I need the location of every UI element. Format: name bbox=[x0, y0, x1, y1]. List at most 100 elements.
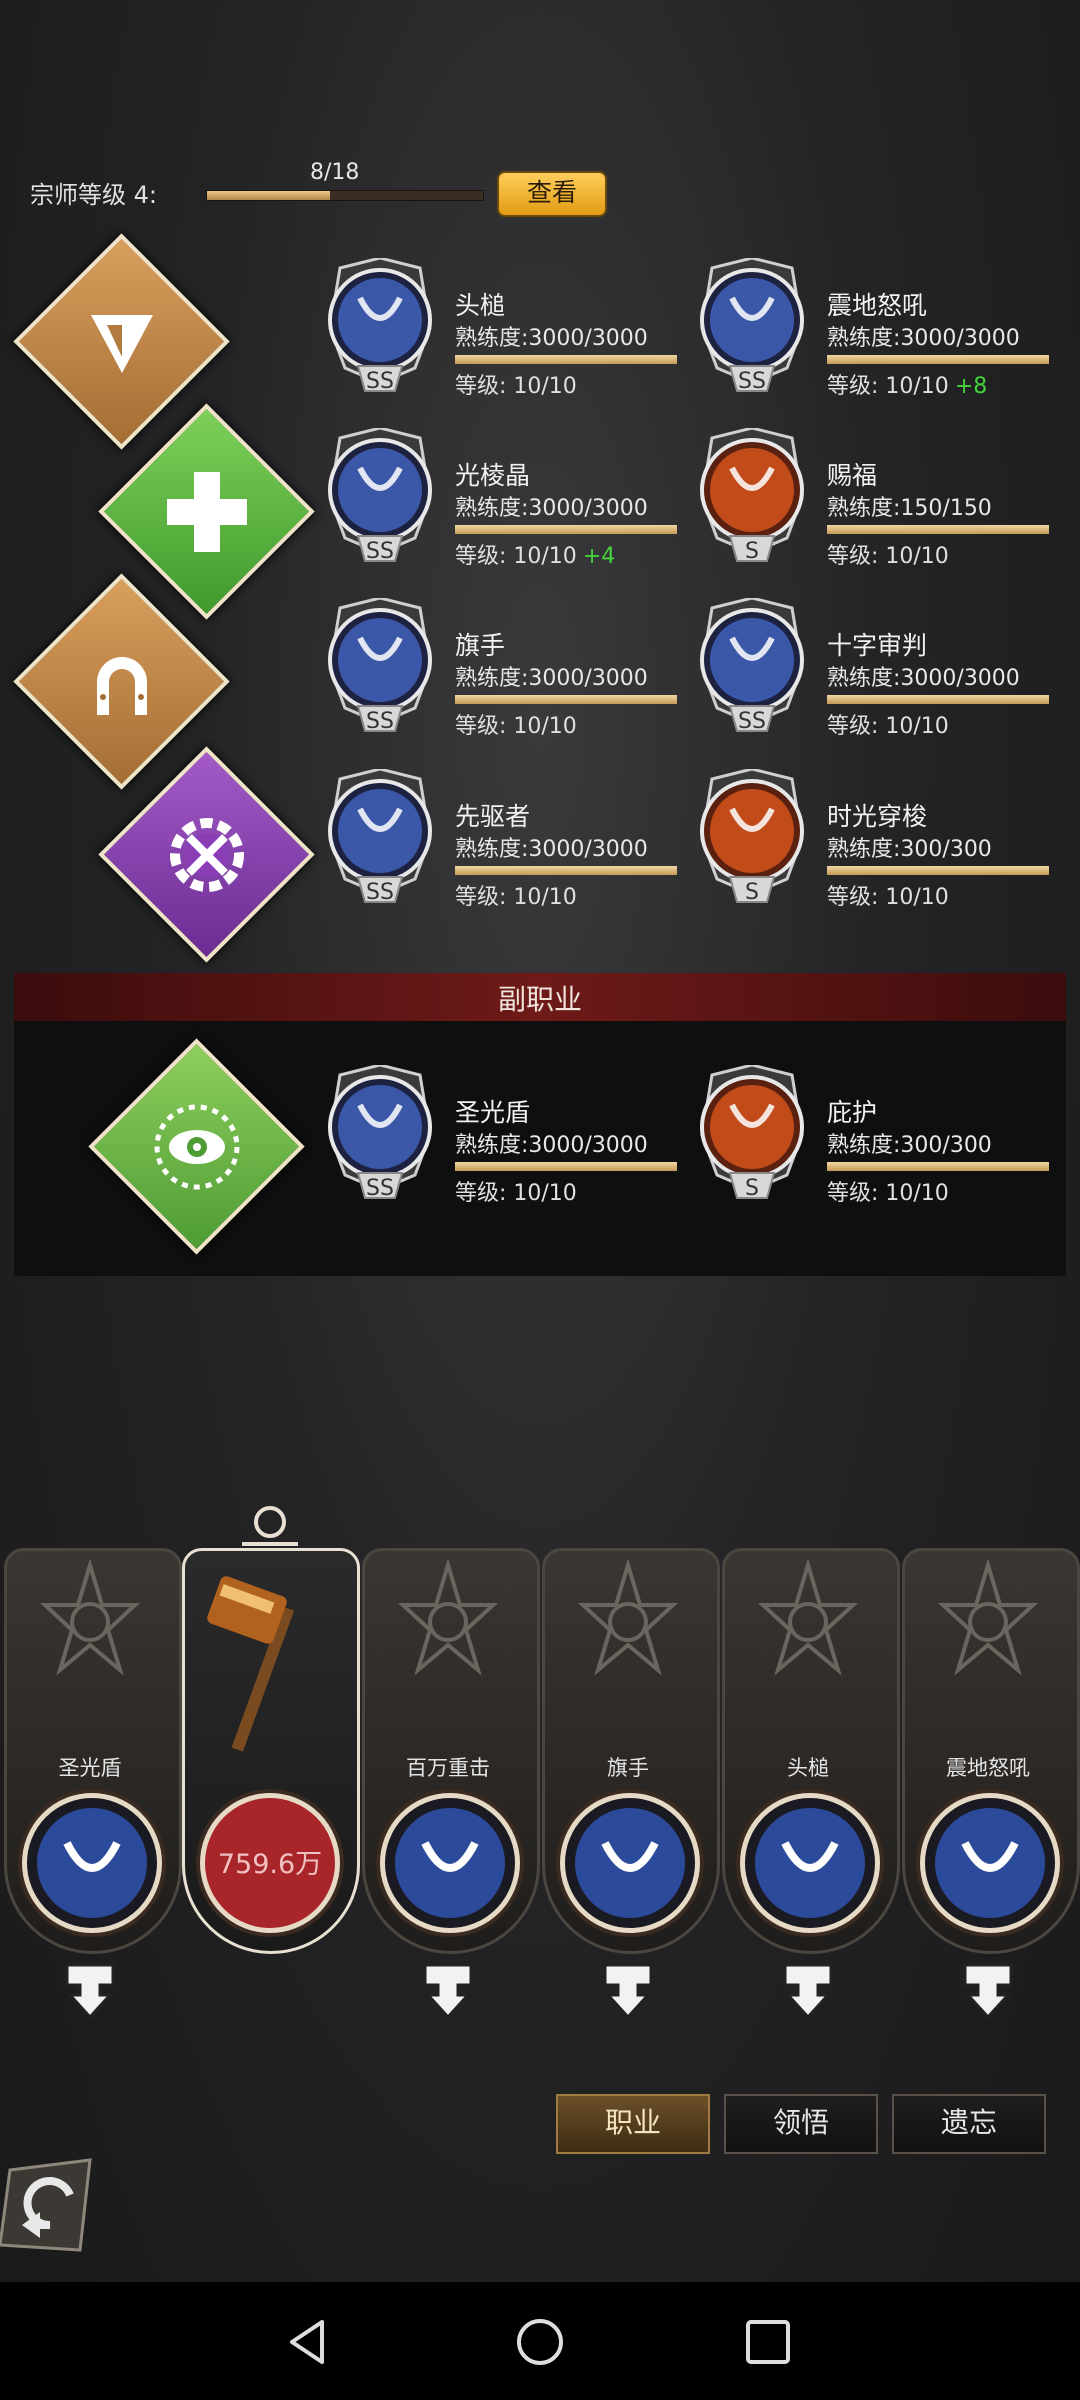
skill-level: 等级: 10/10 +8 bbox=[827, 368, 987, 400]
quake-roar-icon bbox=[920, 1793, 1060, 1933]
card-name: 头槌 bbox=[787, 1756, 829, 1780]
skill-proficiency-bar bbox=[827, 525, 1049, 534]
sub-skill-badge[interactable]: S bbox=[692, 1063, 812, 1205]
ornament-icon bbox=[242, 1506, 298, 1546]
sub-skill-badge[interactable]: SS bbox=[320, 1063, 440, 1205]
headbutt-icon: SS bbox=[328, 256, 432, 394]
skill-level-text: 等级: 10/10 bbox=[827, 544, 949, 569]
card-name: 百万重击 bbox=[406, 1756, 490, 1780]
flag-bearer-icon: SS bbox=[328, 596, 432, 734]
skill-proficiency: 熟练度:300/300 bbox=[827, 837, 992, 862]
skill-badge[interactable]: SS bbox=[692, 256, 812, 398]
view-button[interactable]: 查看 bbox=[497, 171, 607, 217]
svg-text:SS: SS bbox=[738, 709, 766, 734]
down-arrow-icon[interactable] bbox=[62, 1960, 118, 2022]
star-emblem-icon bbox=[578, 1560, 678, 1676]
skill-level: 等级: 10/10 +4 bbox=[455, 538, 615, 570]
skill-proficiency: 熟练度:3000/3000 bbox=[455, 837, 648, 862]
back-arrow-icon bbox=[0, 2158, 92, 2252]
eye-icon bbox=[154, 1104, 239, 1189]
skill-level-text: 等级: 10/10 bbox=[827, 885, 949, 910]
nav-home-icon[interactable] bbox=[515, 2317, 565, 2367]
sub-skill-proficiency-bar bbox=[827, 1162, 1049, 1171]
blessing-icon: S bbox=[700, 426, 804, 564]
down-arrow-icon[interactable] bbox=[600, 1960, 656, 2022]
sub-skill-name: 庇护 bbox=[827, 1098, 878, 1127]
sub-class-eye-diamond[interactable] bbox=[88, 1038, 305, 1255]
card-name: 震地怒吼 bbox=[946, 1756, 1030, 1780]
skill-bonus: +8 bbox=[954, 374, 988, 399]
master-level-count: 8/18 bbox=[310, 160, 360, 185]
nav-recents-icon[interactable] bbox=[743, 2317, 793, 2367]
tab-job[interactable]: 职业 bbox=[556, 2094, 710, 2154]
sub-skill-proficiency: 熟练度:3000/3000 bbox=[455, 1133, 648, 1158]
holy-shield-icon: SS bbox=[328, 1063, 432, 1201]
tab-insight[interactable]: 领悟 bbox=[724, 2094, 878, 2154]
down-arrow-icon[interactable] bbox=[780, 1960, 836, 2022]
skill-level: 等级: 10/10 bbox=[455, 368, 583, 400]
skill-proficiency-bar bbox=[827, 355, 1049, 364]
shield-triangle-icon bbox=[90, 314, 153, 373]
card-name: 圣光盾 bbox=[58, 1756, 122, 1780]
skill-level-text: 等级: 10/10 bbox=[455, 714, 577, 739]
hammer-icon bbox=[207, 1576, 295, 1752]
svg-text:S: S bbox=[745, 880, 759, 905]
skill-level-text: 等级: 10/10 bbox=[827, 714, 949, 739]
skill-proficiency-bar bbox=[455, 355, 677, 364]
skill-level-text: 等级: 10/10 bbox=[455, 374, 577, 399]
down-arrow-icon[interactable] bbox=[420, 1960, 476, 2022]
sub-skill-name: 圣光盾 bbox=[455, 1098, 531, 1127]
back-button[interactable] bbox=[0, 2150, 100, 2260]
nav-back-icon[interactable] bbox=[282, 2317, 332, 2367]
svg-text:SS: SS bbox=[366, 1176, 394, 1201]
skill-bonus: +4 bbox=[582, 544, 616, 569]
skill-proficiency-bar bbox=[455, 695, 677, 704]
skill-level: 等级: 10/10 bbox=[455, 879, 583, 911]
master-progress-bar bbox=[206, 190, 484, 201]
star-emblem-icon bbox=[758, 1560, 858, 1676]
holy-shield-icon bbox=[22, 1793, 162, 1933]
headbutt-icon bbox=[740, 1793, 880, 1933]
skill-proficiency: 熟练度:3000/3000 bbox=[827, 666, 1020, 691]
skill-name: 赐福 bbox=[827, 461, 878, 490]
skill-level: 等级: 10/10 bbox=[827, 879, 955, 911]
tab-forget[interactable]: 遗忘 bbox=[892, 2094, 1046, 2154]
sub-skill-proficiency: 熟练度:300/300 bbox=[827, 1133, 992, 1158]
skill-name: 先驱者 bbox=[455, 802, 531, 831]
skill-badge[interactable]: SS bbox=[320, 256, 440, 398]
sub-job-title: 副职业 bbox=[497, 983, 582, 1016]
sub-skill-proficiency-bar bbox=[455, 1162, 677, 1171]
class-engineer-diamond[interactable] bbox=[98, 746, 315, 963]
skill-level: 等级: 10/10 bbox=[455, 708, 583, 740]
skill-level: 等级: 10/10 bbox=[827, 538, 955, 570]
master-progress-fill bbox=[207, 191, 330, 200]
skill-name: 旗手 bbox=[455, 631, 506, 660]
svg-text:SS: SS bbox=[738, 369, 766, 394]
svg-text:SS: SS bbox=[366, 369, 394, 394]
card-name: 旗手 bbox=[607, 1756, 649, 1780]
skill-badge[interactable]: SS bbox=[320, 767, 440, 909]
flag-bearer-icon bbox=[560, 1793, 700, 1933]
skill-badge[interactable]: S bbox=[692, 767, 812, 909]
skill-name: 头槌 bbox=[455, 291, 506, 320]
skill-badge[interactable]: SS bbox=[692, 596, 812, 738]
star-emblem-icon bbox=[938, 1560, 1038, 1676]
prism-crystal-icon: SS bbox=[328, 426, 432, 564]
cross-judgment-icon: SS bbox=[700, 596, 804, 734]
skill-badge[interactable]: S bbox=[692, 426, 812, 568]
svg-text:SS: SS bbox=[366, 880, 394, 905]
down-arrow-icon[interactable] bbox=[960, 1960, 1016, 2022]
protection-icon: S bbox=[700, 1063, 804, 1201]
skill-name: 十字审判 bbox=[827, 631, 928, 660]
system-nav-bar bbox=[0, 2282, 1080, 2400]
sub-skill-level: 等级: 10/10 bbox=[827, 1181, 949, 1206]
skill-badge[interactable]: SS bbox=[320, 426, 440, 568]
skill-level-text: 等级: 10/10 bbox=[455, 885, 577, 910]
skill-proficiency: 熟练度:3000/3000 bbox=[455, 666, 648, 691]
skill-level-text: 等级: 10/10 bbox=[827, 374, 949, 399]
gear-tools-icon bbox=[169, 817, 244, 892]
skill-proficiency: 熟练度:3000/3000 bbox=[455, 326, 648, 351]
skill-proficiency-bar bbox=[455, 525, 677, 534]
cross-icon bbox=[166, 471, 247, 552]
skill-badge[interactable]: SS bbox=[320, 596, 440, 738]
